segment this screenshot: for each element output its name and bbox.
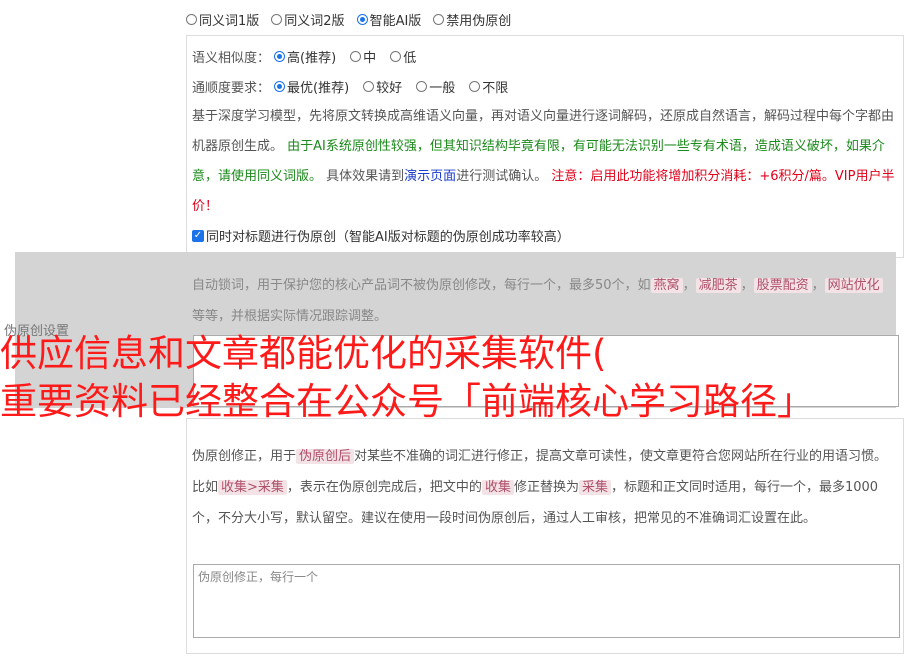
radio-icon[interactable] [363,81,375,92]
correction-text: 伪原创修正，用于 [192,449,297,464]
demo-page-link[interactable]: 演示页面 [404,169,456,184]
option-label: 中 [363,51,377,66]
fluency-option-normal[interactable]: 一般 [416,77,455,96]
radio-icon[interactable] [271,13,283,25]
radio-icon[interactable] [350,51,362,62]
lock-words-textarea[interactable] [193,335,899,407]
ai-settings-panel: 语义相似度： 高(推荐) 中 低 通顺度要求： 最优(推荐) 较好 一般 不限 … [186,35,904,258]
option-label: 高(推荐) [287,51,337,66]
example-tag: 网站优化 [824,278,883,293]
correction-text: 修正替换为 [513,480,579,495]
radio-selected-icon[interactable] [356,13,368,25]
similarity-row: 语义相似度： 高(推荐) 中 低 [192,47,430,66]
example-tag: 股票配资 [753,278,812,293]
example-tag: 收集>采集 [218,480,287,495]
fluency-option-best[interactable]: 最优(推荐) [274,77,349,96]
radio-icon[interactable] [390,51,402,62]
radio-icon[interactable] [186,13,197,25]
fluency-option-any[interactable]: 不限 [469,77,508,96]
example-tag: 采集 [578,480,611,495]
option-label: 最优(推荐) [287,81,350,96]
fluency-label: 通顺度要求： [192,81,271,96]
example-tag: 燕窝 [650,278,683,293]
radio-selected-icon[interactable] [274,81,286,92]
example-tag: 伪原创后 [296,449,355,464]
correction-text: ，表示在伪原创完成后，把文中的 [286,480,482,495]
description-text: 进行测试确认。 [456,169,548,184]
version-option-label: 同义词2版 [284,13,345,29]
title-rewrite-label: 同时对标题进行伪原创（智能AI版对标题的伪原创成功率较高） [206,230,570,245]
correction-textarea[interactable]: 伪原创修正，每行一个 [193,564,900,638]
version-radio-group: 同义词1版 同义词2版 智能AI版 禁用伪原创 [186,10,523,29]
option-label: 较好 [376,81,403,96]
example-tag: 收集 [481,480,514,495]
version-option-label: 禁用伪原创 [446,13,512,29]
lock-text: 等等，并根据实际情况跟踪调整。 [192,309,388,324]
fluency-option-good[interactable]: 较好 [363,77,402,96]
similarity-option-medium[interactable]: 中 [350,47,376,66]
ai-description: 基于深度学习模型，先将原文转换成高维语义向量，再对语义向量进行逐词解码，还原成自… [192,102,898,222]
section-label: 伪原创设置 [4,324,70,339]
fluency-row: 通顺度要求： 最优(推荐) 较好 一般 不限 [192,77,522,96]
version-option-label: 同义词1版 [199,13,260,29]
correction-description: 伪原创修正，用于 伪原创后 对某些不准确的词汇进行修正，提高文章可读性，使文章更符合… [192,441,898,534]
version-option-synonym1[interactable]: 同义词1版 [186,10,259,29]
similarity-option-low[interactable]: 低 [390,47,416,66]
lock-words-description: 自动锁词，用于保护您的核心产品词不被伪原创修改，每行一个，最多50个，如 燕窝，减… [192,270,898,332]
version-option-label: 智能AI版 [369,13,422,29]
option-label: 不限 [482,81,509,96]
similarity-option-high[interactable]: 高(推荐) [274,47,336,66]
lock-text: 自动锁词，用于保护您的核心产品词不被伪原创修改，每行一个，最多50个，如 [192,278,651,293]
version-option-ai[interactable]: 智能AI版 [356,10,422,29]
example-tag: 减肥茶 [695,278,741,293]
option-label: 低 [403,51,417,66]
checkbox-checked-icon[interactable]: ✓ [192,229,204,242]
radio-icon[interactable] [469,81,481,92]
version-option-synonym2[interactable]: 同义词2版 [271,10,345,29]
similarity-label: 语义相似度： [192,51,271,66]
description-text: 具体效果请到 [326,169,405,184]
option-label: 一般 [429,81,456,96]
version-option-disable[interactable]: 禁用伪原创 [433,10,511,29]
correction-panel: 伪原创修正，用于 伪原创后 对某些不准确的词汇进行修正，提高文章可读性，使文章更符合… [186,418,904,654]
radio-icon[interactable] [416,81,428,92]
radio-icon[interactable] [433,13,445,25]
title-rewrite-checkbox-row[interactable]: ✓ 同时对标题进行伪原创（智能AI版对标题的伪原创成功率较高） [192,226,570,245]
correction-placeholder: 伪原创修正，每行一个 [198,570,319,584]
radio-selected-icon[interactable] [274,51,286,62]
